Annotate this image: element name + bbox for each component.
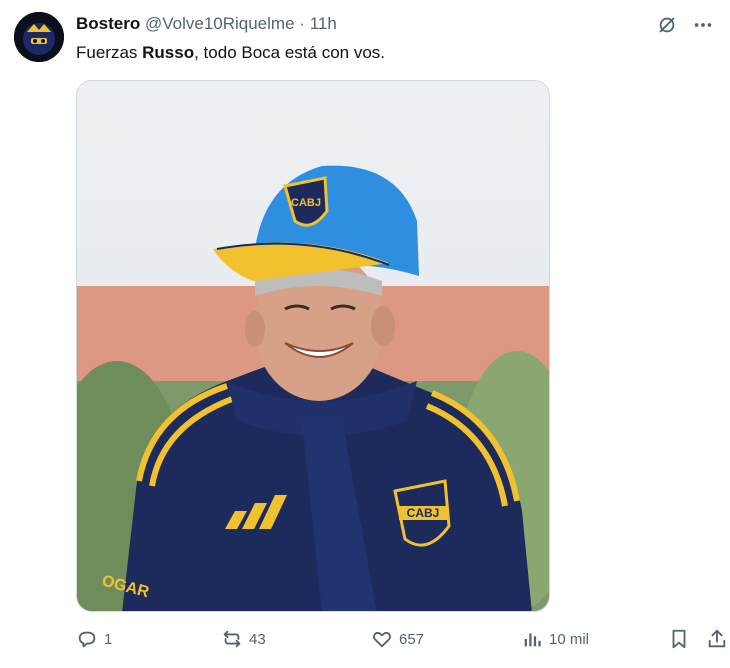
reply-icon bbox=[78, 631, 96, 648]
reply-count: 1 bbox=[104, 630, 113, 648]
tweet-text: Fuerzas Russo, todo Boca está con vos. bbox=[76, 42, 385, 64]
heart-icon bbox=[373, 631, 391, 648]
separator: · bbox=[299, 14, 305, 33]
grok-icon[interactable] bbox=[654, 12, 680, 38]
avatar[interactable] bbox=[14, 12, 64, 62]
cap-badge-text: CABJ bbox=[291, 197, 321, 209]
tweet-text-bold: Russo bbox=[142, 43, 195, 62]
views-icon bbox=[524, 633, 541, 647]
tweet-top-actions bbox=[654, 12, 716, 38]
views-button[interactable]: 10 mil bbox=[521, 624, 589, 654]
tweet-header: Bostero @Volve10Riquelme · 11h bbox=[76, 14, 337, 34]
share-button[interactable] bbox=[706, 624, 728, 654]
reply-button[interactable]: 1 bbox=[76, 624, 112, 654]
repost-count: 43 bbox=[249, 630, 266, 648]
share-icon bbox=[708, 629, 726, 648]
tweet-photo[interactable]: CABJ CABJ OGAR bbox=[76, 80, 550, 612]
like-count: 657 bbox=[399, 630, 425, 648]
repost-button[interactable]: 43 bbox=[221, 624, 266, 654]
author-name[interactable]: Bostero bbox=[76, 14, 140, 33]
repost-icon bbox=[223, 630, 241, 648]
tweet-actions: 1 43 657 10 mil bbox=[76, 624, 730, 654]
timestamp[interactable]: 11h bbox=[310, 14, 337, 33]
bookmark-icon bbox=[672, 629, 686, 649]
like-button[interactable]: 657 bbox=[371, 624, 424, 654]
shirt-badge-text: CABJ bbox=[407, 506, 440, 520]
tweet-text-part: Fuerzas bbox=[76, 43, 143, 62]
bookmark-button[interactable] bbox=[668, 624, 690, 654]
view-count: 10 mil bbox=[549, 630, 590, 648]
tweet-text-part: , todo Boca está con vos. bbox=[194, 43, 386, 62]
more-icon[interactable] bbox=[690, 12, 716, 38]
author-handle[interactable]: @Volve10Riquelme bbox=[145, 14, 295, 33]
